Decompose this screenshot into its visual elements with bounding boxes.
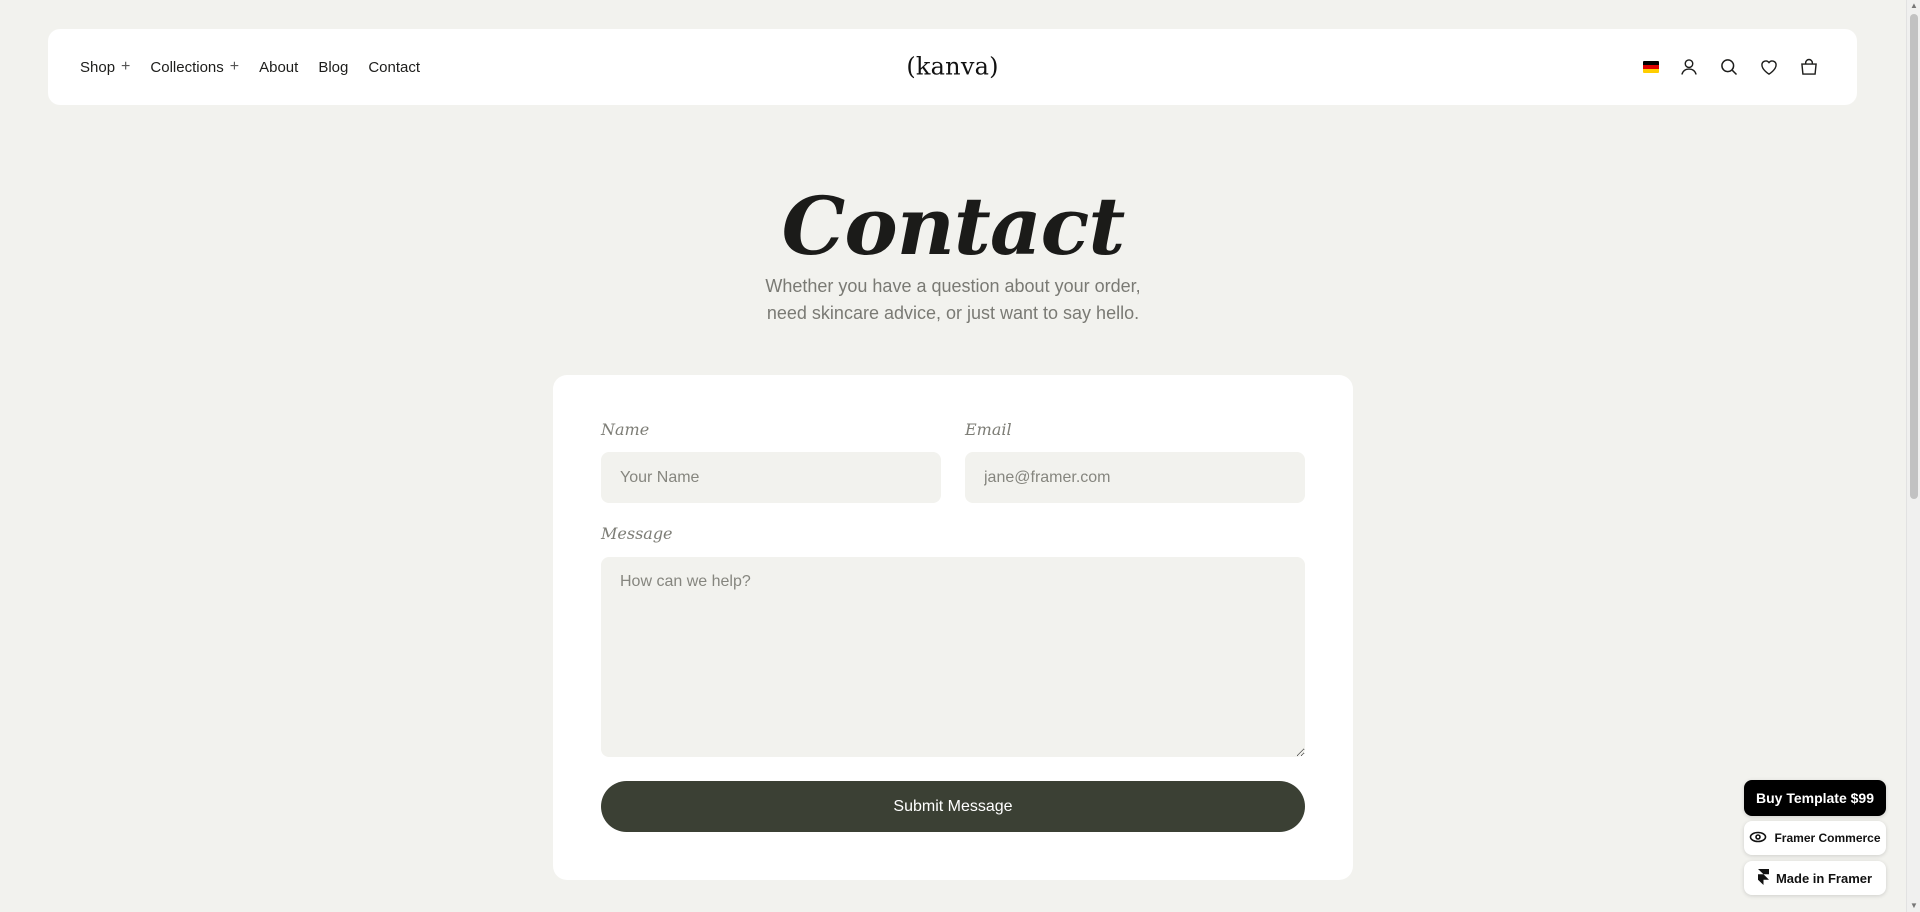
heart-icon[interactable] xyxy=(1759,57,1779,77)
nav-item-contact[interactable]: Contact xyxy=(368,59,420,76)
scroll-thumb[interactable] xyxy=(1910,14,1918,499)
contact-form: Name Email Message Submit Message xyxy=(553,375,1353,880)
nav-item-collections[interactable]: Collections + xyxy=(150,59,239,76)
page-title: Contact xyxy=(781,179,1126,273)
email-input[interactable] xyxy=(965,452,1305,503)
nav-item-label: About xyxy=(259,58,299,76)
made-in-framer-badge[interactable]: Made in Framer xyxy=(1744,861,1886,895)
site-header: Shop + Collections + About Blog Contact … xyxy=(48,29,1857,105)
buy-template-label: Buy Template $99 xyxy=(1755,790,1874,806)
nav-item-label: Contact xyxy=(368,58,421,76)
nav-item-about[interactable]: About xyxy=(259,59,298,76)
bag-icon[interactable] xyxy=(1799,57,1819,77)
plus-icon: + xyxy=(121,58,131,75)
message-textarea[interactable] xyxy=(601,557,1305,757)
email-label: Email xyxy=(965,420,1012,439)
nav-item-blog[interactable]: Blog xyxy=(318,59,348,76)
name-input[interactable] xyxy=(601,452,941,503)
framer-logo-icon xyxy=(1757,868,1769,888)
subtitle-line: need skincare advice, or just want to sa… xyxy=(766,303,1140,323)
main-nav: Shop + Collections + About Blog Contact xyxy=(80,59,420,76)
message-label: Message xyxy=(601,524,673,543)
brand-logo[interactable]: (kanva) xyxy=(906,52,998,80)
buy-template-button[interactable]: Buy Template $99 xyxy=(1744,780,1886,816)
header-icons xyxy=(1643,29,1819,105)
subtitle-line: Whether you have a question about your o… xyxy=(765,276,1141,296)
nav-item-shop[interactable]: Shop + xyxy=(80,59,130,76)
framer-commerce-icon xyxy=(1749,831,1767,846)
nav-item-label: Blog xyxy=(318,58,349,76)
framer-commerce-label: Framer Commerce xyxy=(1774,831,1881,845)
submit-message-button[interactable]: Submit Message xyxy=(601,781,1305,832)
made-in-framer-label: Made in Framer xyxy=(1775,870,1873,886)
search-icon[interactable] xyxy=(1719,57,1739,77)
plus-icon: + xyxy=(229,58,240,75)
name-label: Name xyxy=(601,420,650,439)
framer-commerce-badge[interactable]: Framer Commerce xyxy=(1744,821,1886,855)
nav-item-label: Collections xyxy=(150,58,224,76)
scroll-up-arrow-icon[interactable]: ▲ xyxy=(1910,1,1918,11)
nav-item-label: Shop xyxy=(80,58,116,76)
user-icon[interactable] xyxy=(1679,57,1699,77)
scroll-down-arrow-icon[interactable]: ▼ xyxy=(1910,901,1918,911)
page-subtitle: Whether you have a question about your o… xyxy=(0,273,1906,327)
german-flag-icon[interactable] xyxy=(1643,61,1659,73)
page-scrollbar[interactable]: ▲ ▼ xyxy=(1906,0,1920,912)
